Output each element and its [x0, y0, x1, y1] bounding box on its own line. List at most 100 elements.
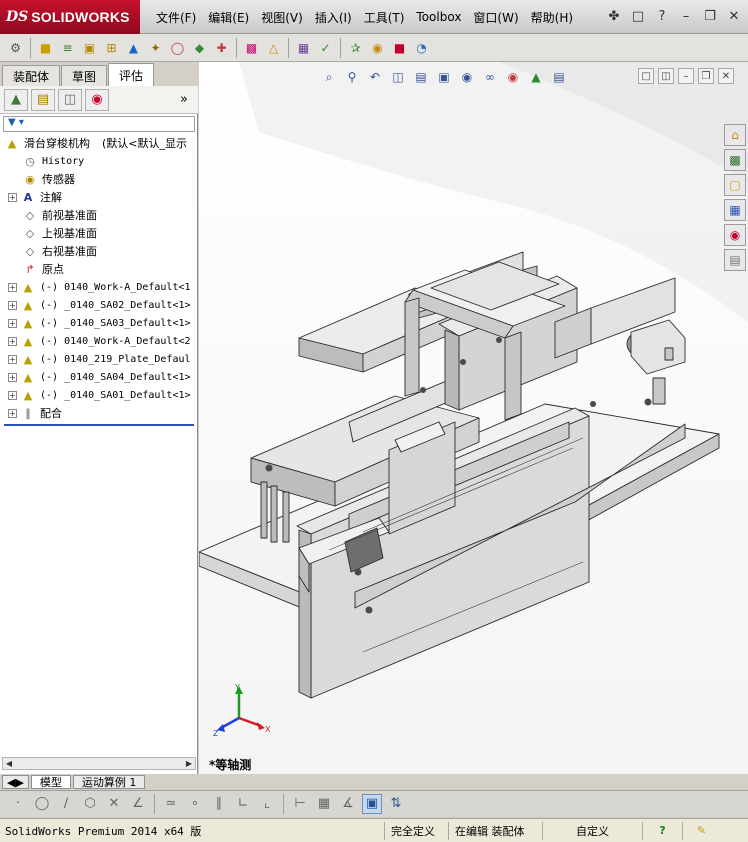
instant3d-icon[interactable]: ✓	[316, 38, 335, 57]
show-hidden-icon[interactable]: ◯	[168, 38, 187, 57]
expand-toggle[interactable]: +	[8, 354, 17, 364]
tree-item-front-plane[interactable]: ◇ 前视基准面	[22, 206, 97, 224]
tab-model[interactable]: 模型	[30, 775, 71, 789]
pin-icon[interactable]: ✤	[604, 6, 624, 26]
expand-toggle[interactable]: +	[8, 300, 17, 310]
help-icon[interactable]: ?	[652, 6, 672, 26]
tree-item-component[interactable]: + ▲ (-) 0140_Work-A_Default<1	[8, 278, 191, 296]
interference-detection-icon[interactable]: ▦	[294, 38, 313, 57]
relation-icon[interactable]: ∘	[185, 794, 205, 814]
smart-fasteners-icon[interactable]: ▲	[124, 38, 143, 57]
subassembly-icon: ▲	[23, 334, 33, 348]
tree-item-label: 注解	[40, 191, 62, 204]
smart-components-icon[interactable]: ⚙	[6, 38, 25, 57]
configurationmanager-tab-icon[interactable]: ◫	[58, 88, 82, 111]
parallel-icon[interactable]: ∥	[209, 794, 229, 814]
help-icon[interactable]: ?	[642, 821, 682, 840]
line-icon[interactable]: ∕	[56, 794, 76, 814]
menu-view[interactable]: 视图(V)	[255, 9, 309, 26]
view-cube-icon[interactable]: ▣	[362, 793, 382, 814]
expand-toggle[interactable]: +	[8, 408, 17, 418]
rendering-icon[interactable]: ◉	[368, 38, 387, 57]
tree-rollback-bar[interactable]	[4, 424, 194, 426]
tab-assembly[interactable]: 装配体	[2, 65, 61, 86]
restore-icon[interactable]: ❐	[700, 6, 720, 26]
graphics-area[interactable]: ⌕ ⚲ ↶ ◫ ▤ ▣ ◉ ∞ ◉ ▲ ▤ □ ◫ – ❐ ✕ ⌂ ▩ ▢ ▦ …	[199, 62, 748, 774]
tree-item-history[interactable]: ◷ History	[22, 152, 84, 170]
solidworks-logo[interactable]: DS SOLIDWORKS	[0, 0, 140, 34]
photoview-icon[interactable]: ■	[390, 38, 409, 57]
menu-help[interactable]: 帮助(H)	[525, 9, 579, 26]
rebuild-icon[interactable]: ✎	[682, 821, 720, 840]
solidworks-window: DS SOLIDWORKS 文件(F) 编辑(E) 视图(V) 插入(I) 工具…	[0, 0, 748, 842]
tab-evaluate[interactable]: 评估	[108, 63, 155, 86]
featuremanager-tab-icon[interactable]: ▲	[4, 88, 28, 111]
coordinate-triad: Y X Z	[213, 683, 271, 738]
mate-icon[interactable]: ≡	[58, 38, 77, 57]
large-design-review-icon[interactable]: ✰	[346, 38, 365, 57]
tree-filter[interactable]: ▼ ▾	[3, 116, 195, 132]
displaymanager-tab-icon[interactable]: ◉	[85, 88, 109, 111]
close-icon[interactable]: ✕	[724, 6, 744, 26]
smart-dimension-icon[interactable]: ⊢	[290, 794, 310, 814]
assembly-features-icon[interactable]: ◆	[190, 38, 209, 57]
tab-motion-study[interactable]: 运动算例 1	[72, 775, 146, 789]
tree-item-origin[interactable]: ↱ 原点	[22, 260, 64, 278]
expand-toggle[interactable]: +	[8, 282, 17, 292]
scroll-tabs-icon[interactable]: ◀▶	[2, 775, 29, 789]
expand-toggle[interactable]: +	[8, 336, 17, 346]
grid-icon[interactable]: ▦	[314, 794, 334, 814]
tree-item-component[interactable]: + ▲ (-) 0140_219_Plate_Defaul	[8, 350, 191, 368]
expand-toggle[interactable]: +	[8, 192, 17, 202]
extend-icon[interactable]: ∠	[128, 794, 148, 814]
scroll-right-icon[interactable]: ▶	[183, 758, 195, 769]
tree-item-mates[interactable]: + ∥ 配合	[8, 404, 62, 422]
tree-root[interactable]: ▲ 滑台穿梭机构 (默认<默认_显示	[4, 134, 187, 152]
exploded-view-icon[interactable]: △	[264, 38, 283, 57]
reference-geometry-icon[interactable]: ✚	[212, 38, 231, 57]
tree-item-sensors[interactable]: ◉ 传感器	[22, 170, 75, 188]
expand-toggle[interactable]: +	[8, 318, 17, 328]
tree-item-component[interactable]: + ▲ (-) _0140_SA02_Default<1>	[8, 296, 191, 314]
assembly-model[interactable]	[199, 62, 748, 774]
insert-component-icon[interactable]: ■	[36, 38, 55, 57]
tree-item-component[interactable]: + ▲ (-) _0140_SA01_Default<1>	[8, 386, 191, 404]
menu-insert[interactable]: 插入(I)	[309, 9, 358, 26]
angle-icon[interactable]: ∡	[338, 794, 358, 814]
appearance-icon[interactable]: ▩	[242, 38, 261, 57]
minimize-icon[interactable]: –	[676, 6, 696, 26]
circle-icon[interactable]: ◯	[32, 794, 52, 814]
move-component-icon[interactable]: ✦	[146, 38, 165, 57]
component-preview-icon[interactable]: ▣	[80, 38, 99, 57]
expand-toggle[interactable]: +	[8, 372, 17, 382]
scroll-left-icon[interactable]: ◀	[3, 758, 15, 769]
tree-item-right-plane[interactable]: ◇ 右视基准面	[22, 242, 97, 260]
material-icon[interactable]: ◔	[412, 38, 431, 57]
tree-item-annotations[interactable]: + A 注解	[8, 188, 62, 206]
menu-edit[interactable]: 编辑(E)	[202, 9, 255, 26]
tree-item-top-plane[interactable]: ◇ 上视基准面	[22, 224, 97, 242]
point-icon[interactable]: ·	[8, 794, 28, 814]
tab-sketch[interactable]: 草图	[61, 65, 108, 86]
perpendicular-icon[interactable]: ∟	[233, 794, 253, 814]
menu-window[interactable]: 窗口(W)	[467, 9, 524, 26]
expand-toggle[interactable]: +	[8, 390, 17, 400]
tree-item-component[interactable]: + ▲ (-) _0140_SA04_Default<1>	[8, 368, 191, 386]
fix-icon[interactable]: ⌞	[257, 794, 277, 814]
tree-item-component[interactable]: + ▲ (-) _0140_SA03_Default<1>	[8, 314, 191, 332]
tree-horizontal-scrollbar[interactable]: ◀ ▶	[2, 757, 196, 770]
tree-item-component[interactable]: + ▲ (-) 0140_Work-A_Default<2	[8, 332, 191, 350]
trim-icon[interactable]: ✕	[104, 794, 124, 814]
menu-file[interactable]: 文件(F)	[150, 9, 202, 26]
status-units[interactable]: 自定义	[542, 821, 642, 840]
subassembly-icon: ▲	[23, 280, 33, 294]
linear-pattern-icon[interactable]: ⊞	[102, 38, 121, 57]
mirror-icon[interactable]: ≃	[161, 794, 181, 814]
polygon-icon[interactable]: ⬡	[80, 794, 100, 814]
menu-tools[interactable]: 工具(T)	[358, 9, 411, 26]
menu-toolbox[interactable]: Toolbox	[410, 10, 467, 24]
propertymanager-tab-icon[interactable]: ▤	[31, 88, 55, 111]
reference-point-icon[interactable]: ⇅	[386, 794, 406, 814]
new-document-icon[interactable]: □	[628, 6, 648, 26]
expand-panel-icon[interactable]: »	[172, 89, 196, 111]
